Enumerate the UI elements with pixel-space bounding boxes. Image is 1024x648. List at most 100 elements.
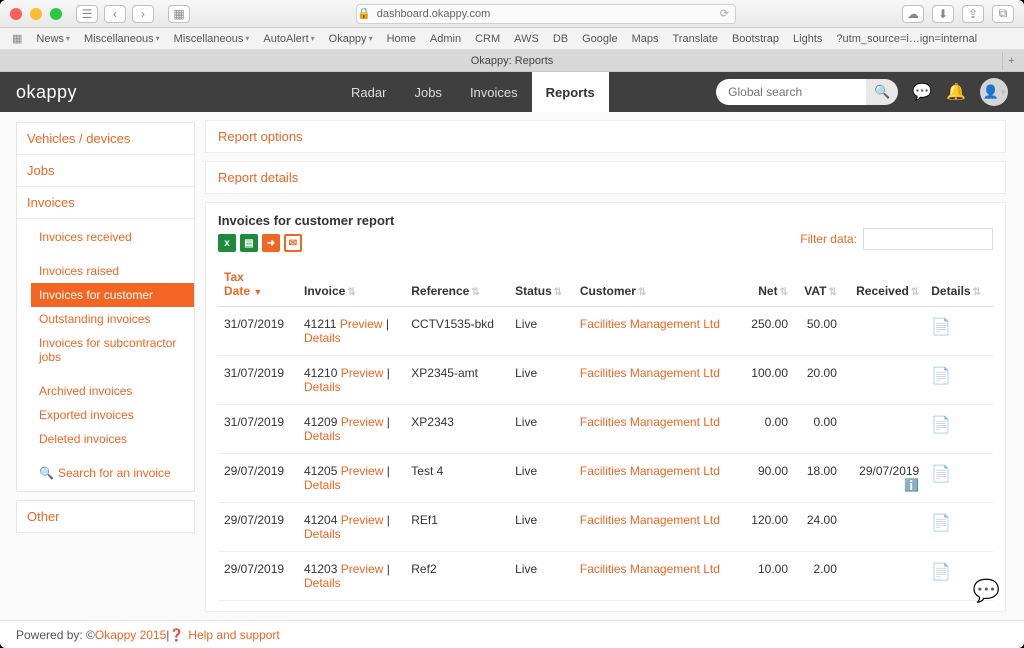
window-minimize-button[interactable] — [30, 8, 42, 20]
sidebar-other[interactable]: Other — [16, 500, 195, 533]
filter-input[interactable] — [863, 228, 993, 250]
favorite-translate[interactable]: Translate — [673, 33, 718, 45]
new-tab-button[interactable]: + — [1002, 52, 1020, 70]
live-chat-button[interactable]: 💬 — [973, 578, 1000, 604]
col-vat[interactable]: VAT⇅ — [794, 262, 843, 307]
user-menu[interactable]: 👤▾ — [980, 78, 1008, 106]
document-icon[interactable]: 📄 — [931, 368, 951, 385]
favorite-miscellaneous[interactable]: Miscellaneous▾ — [174, 33, 250, 45]
help-link[interactable]: Help and support — [188, 628, 279, 642]
col-invoice[interactable]: Invoice⇅ — [298, 262, 405, 307]
sidebar-item-outstanding-invoices[interactable]: Outstanding invoices — [31, 307, 194, 331]
downloads-button[interactable]: ⬇ — [932, 5, 954, 23]
favorite-okappy[interactable]: Okappy▾ — [329, 33, 373, 45]
global-search-input[interactable] — [716, 79, 866, 105]
preview-link[interactable]: Preview — [340, 317, 383, 331]
sidebar-section-invoices[interactable]: Invoices — [17, 187, 194, 219]
forward-button[interactable]: › — [132, 5, 154, 23]
sidebar-item-exported-invoices[interactable]: Exported invoices — [31, 403, 194, 427]
back-button[interactable]: ‹ — [104, 5, 126, 23]
details-link[interactable]: Details — [304, 380, 341, 394]
customer-link[interactable]: Facilities Management Ltd — [580, 513, 720, 527]
favorite-aws[interactable]: AWS — [514, 33, 539, 45]
sidebar-section-jobs[interactable]: Jobs — [17, 155, 194, 187]
sidebar-item-invoices-for-customer[interactable]: Invoices for customer — [31, 283, 194, 307]
report-details-card[interactable]: Report details — [205, 161, 1006, 194]
address-bar[interactable]: 🔒 dashboard.okappy.com ⟳ — [356, 4, 736, 24]
sidebar-item-invoices-raised[interactable]: Invoices raised — [31, 259, 194, 283]
favorite-home[interactable]: Home — [387, 33, 416, 45]
info-icon[interactable]: ℹ️ — [904, 478, 919, 492]
sidebar-toggle-button[interactable]: ☰ — [76, 5, 98, 23]
nav-reports[interactable]: Reports — [532, 72, 609, 112]
document-icon[interactable]: 📄 — [931, 319, 951, 336]
global-search-button[interactable]: 🔍 — [866, 79, 898, 105]
sidebar-item-invoices-for-subcontractor-jobs[interactable]: Invoices for subcontractor jobs — [31, 331, 194, 369]
nav-invoices[interactable]: Invoices — [456, 72, 532, 112]
preview-link[interactable]: Preview — [341, 464, 384, 478]
share-button[interactable]: ⇪ — [962, 5, 984, 23]
favorites-grid-icon[interactable]: ▦ — [12, 32, 22, 45]
tabs-overview-button[interactable]: ▦ — [168, 5, 190, 23]
favorite-miscellaneous[interactable]: Miscellaneous▾ — [84, 33, 160, 45]
favorite-google[interactable]: Google — [582, 33, 617, 45]
logo[interactable]: okappy — [16, 82, 77, 103]
favorite--utm-source-i-ign-internal[interactable]: ?utm_source=i…ign=internal — [836, 33, 977, 45]
col-customer[interactable]: Customer⇅ — [574, 262, 741, 307]
col-status[interactable]: Status⇅ — [509, 262, 574, 307]
details-link[interactable]: Details — [304, 527, 341, 541]
col-received[interactable]: Received⇅ — [843, 262, 925, 307]
customer-link[interactable]: Facilities Management Ltd — [580, 317, 720, 331]
details-link[interactable]: Details — [304, 429, 341, 443]
footer-brand-link[interactable]: Okappy 2015 — [95, 628, 166, 642]
preview-link[interactable]: Preview — [341, 513, 384, 527]
preview-link[interactable]: Preview — [341, 415, 384, 429]
bell-icon[interactable]: 🔔 — [946, 82, 966, 102]
export-email-button[interactable]: ✉ — [284, 234, 302, 252]
preview-link[interactable]: Preview — [341, 366, 384, 380]
favorite-lights[interactable]: Lights — [793, 33, 822, 45]
favorite-db[interactable]: DB — [553, 33, 568, 45]
sidebar-item-deleted-invoices[interactable]: Deleted invoices — [31, 427, 194, 451]
favorite-admin[interactable]: Admin — [430, 33, 461, 45]
sidebar-item-invoices-received[interactable]: Invoices received — [31, 225, 194, 249]
customer-link[interactable]: Facilities Management Ltd — [580, 562, 720, 576]
window-close-button[interactable] — [10, 8, 22, 20]
customer-link[interactable]: Facilities Management Ltd — [580, 366, 720, 380]
details-link[interactable]: Details — [304, 331, 341, 345]
export-download-button[interactable]: ➜ — [262, 234, 280, 252]
customer-link[interactable]: Facilities Management Ltd — [580, 464, 720, 478]
sidebar-item-search-for-an-invoice[interactable]: 🔍Search for an invoice — [31, 461, 194, 485]
favorite-news[interactable]: News▾ — [36, 33, 70, 45]
col-reference[interactable]: Reference⇅ — [405, 262, 509, 307]
nav-jobs[interactable]: Jobs — [400, 72, 455, 112]
favorite-maps[interactable]: Maps — [632, 33, 659, 45]
document-icon[interactable]: 📄 — [931, 564, 951, 581]
preview-link[interactable]: Preview — [340, 611, 383, 612]
sidebar-section-vehicles-devices[interactable]: Vehicles / devices — [17, 123, 194, 155]
col-details[interactable]: Details⇅ — [925, 262, 993, 307]
window-zoom-button[interactable] — [50, 8, 62, 20]
export-excel-button[interactable]: x — [218, 234, 236, 252]
reload-icon[interactable]: ⟳ — [720, 7, 729, 20]
col-net[interactable]: Net⇅ — [741, 262, 794, 307]
sidebar-item-archived-invoices[interactable]: Archived invoices — [31, 379, 194, 403]
preview-link[interactable]: Preview — [341, 562, 384, 576]
favorite-autoalert[interactable]: AutoAlert▾ — [263, 33, 314, 45]
nav-radar[interactable]: Radar — [337, 72, 400, 112]
document-icon[interactable]: 📄 — [931, 417, 951, 434]
favorite-crm[interactable]: CRM — [475, 33, 500, 45]
chat-icon[interactable]: 💬 — [912, 82, 932, 102]
browser-tab-title[interactable]: Okappy: Reports — [471, 55, 554, 67]
details-link[interactable]: Details — [304, 478, 341, 492]
col-tax-date[interactable]: TaxDate ▼ — [218, 262, 298, 307]
favorite-bootstrap[interactable]: Bootstrap — [732, 33, 779, 45]
export-csv-button[interactable]: ▤ — [240, 234, 258, 252]
cloud-tabs-button[interactable]: ☁ — [902, 5, 924, 23]
tabs-button[interactable]: ⧉ — [992, 5, 1014, 23]
report-options-card[interactable]: Report options — [205, 120, 1006, 153]
customer-link[interactable]: Facilities Management Ltd — [580, 415, 720, 429]
details-link[interactable]: Details — [304, 576, 341, 590]
document-icon[interactable]: 📄 — [931, 466, 951, 483]
document-icon[interactable]: 📄 — [931, 515, 951, 532]
